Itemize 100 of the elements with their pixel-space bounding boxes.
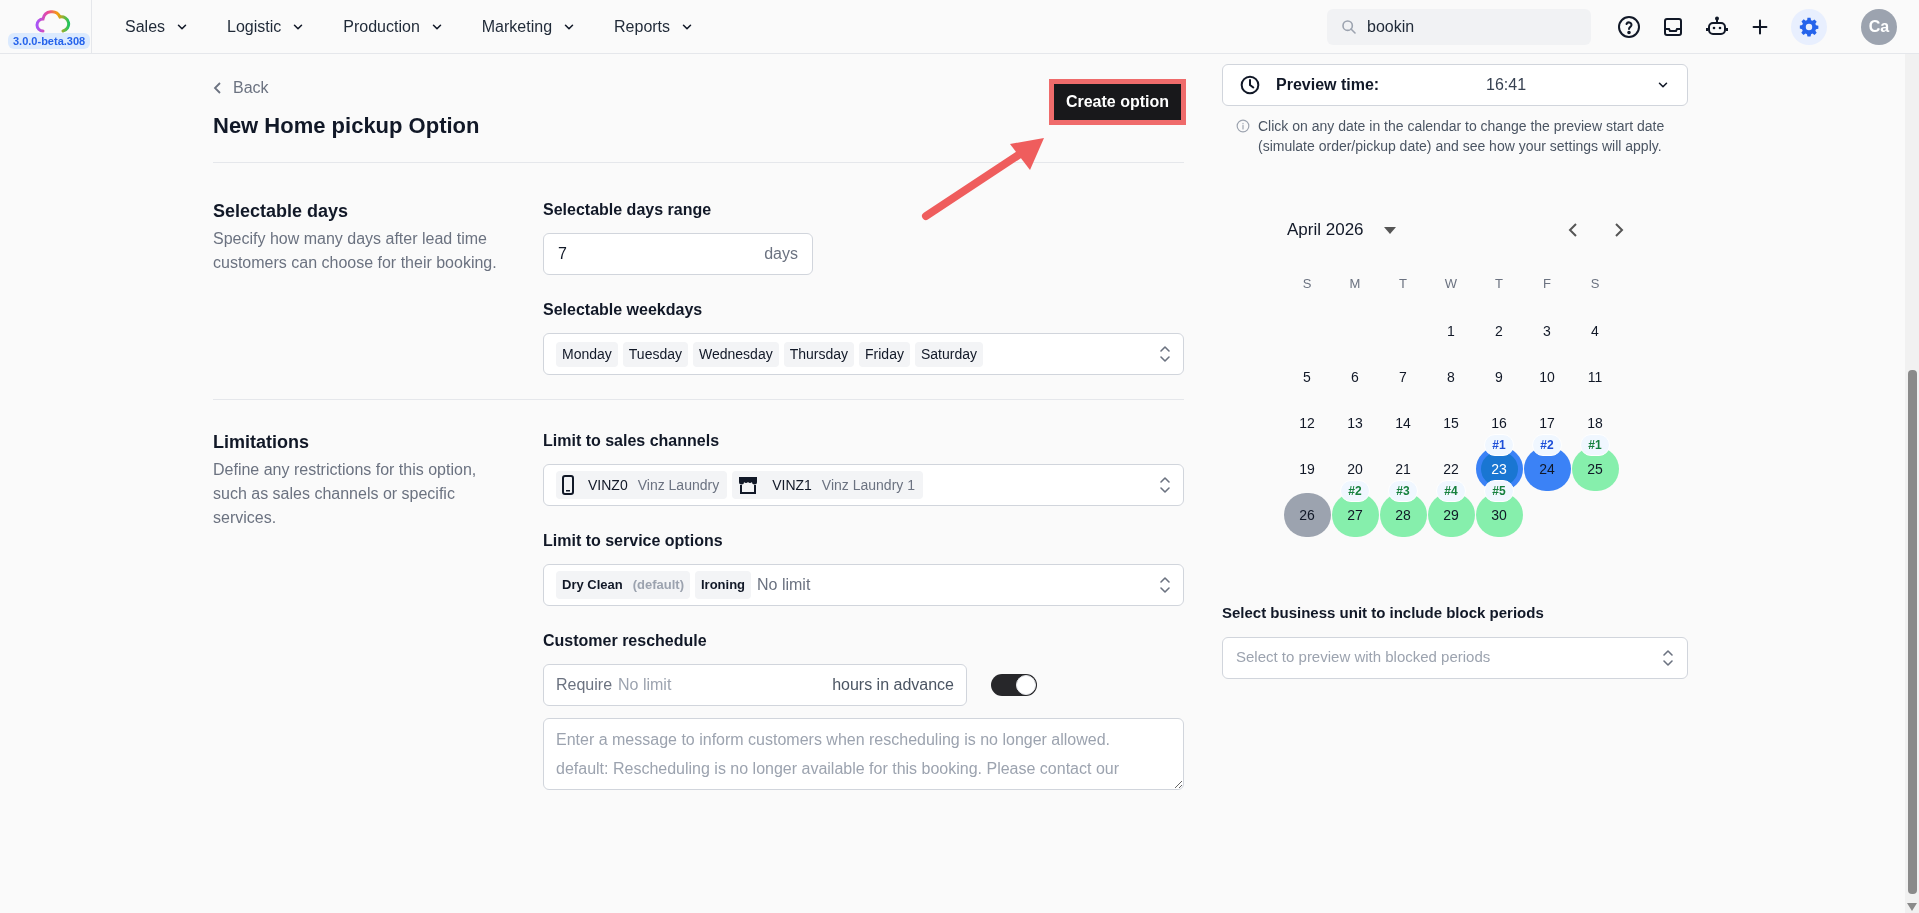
calendar-day[interactable]: 4 (1591, 320, 1599, 342)
month-selector[interactable]: April 2026 (1287, 217, 1396, 243)
calendar-day[interactable]: 22 (1443, 458, 1459, 480)
calendar-day[interactable]: 10 (1539, 366, 1555, 388)
field-placeholder: No limit (618, 675, 672, 695)
phone-icon (562, 475, 574, 495)
field-value: 7 (558, 244, 567, 264)
calendar-day[interactable]: 12 (1299, 412, 1315, 434)
sequence-badge: #1 (1484, 434, 1514, 456)
message-textarea[interactable]: Enter a message to inform customers when rescheduling is no longer allowed. default: Rescheduling is no longer available for this booking. Please contact our (543, 718, 1184, 790)
sequence-badge: #1 (1580, 434, 1610, 456)
section-description: Define any restrictions for this option, such as sales channels or specific services. (213, 460, 478, 528)
field-label: Customer reschedule (543, 631, 708, 651)
up-down-icon (1662, 647, 1674, 668)
calendar-day[interactable]: 8 (1447, 366, 1455, 388)
scrollbar[interactable] (1905, 54, 1919, 913)
calendar-day[interactable]: 26 (1283, 493, 1331, 537)
version-badge: 3.0.0-beta.308 (8, 33, 91, 49)
default-note: (default) (632, 576, 684, 595)
channel-code: VINZ0 (588, 475, 628, 495)
calendar-day[interactable]: 7 (1399, 366, 1407, 388)
calendar-day[interactable]: 21 (1395, 458, 1411, 480)
back-link[interactable]: Back (213, 76, 480, 100)
store-icon (738, 476, 759, 494)
weekday-header: W (1443, 275, 1459, 293)
weekday-tag: Wednesday (693, 341, 779, 367)
nav-menu[interactable]: Sales (125, 14, 190, 39)
days-field[interactable]: 7 days (543, 233, 813, 275)
calendar-day[interactable]: 18 (1587, 412, 1603, 434)
caret-down-icon (1383, 226, 1396, 234)
up-down-icon (1159, 575, 1171, 595)
chevron-left-icon[interactable] (1567, 222, 1579, 238)
sequence-badge: #2 (1532, 434, 1562, 456)
nav-menu[interactable]: Production (343, 14, 444, 39)
calendar-day[interactable]: 20 (1347, 458, 1363, 480)
up-down-icon (1159, 344, 1171, 364)
calendar-day[interactable]: 14 (1395, 412, 1411, 434)
weekday-tag: Saturday (914, 341, 983, 367)
calendar-day[interactable]: 6 (1351, 366, 1359, 388)
calendar-day[interactable]: 2 (1495, 320, 1503, 342)
sequence-badge: #2 (1340, 480, 1370, 502)
channel-code: VINZ1 (772, 475, 812, 495)
calendar-day[interactable]: 15 (1443, 412, 1459, 434)
weekday-header: S (1589, 275, 1601, 293)
chevron-left-icon (213, 81, 223, 95)
service-name: Dry Clean (562, 576, 623, 595)
no-limit-text: No limit (757, 575, 811, 595)
weekday-header: F (1542, 275, 1552, 293)
toggle-switch[interactable] (991, 674, 1037, 696)
section-title: Selectable days (213, 200, 350, 223)
search-icon (1341, 18, 1357, 35)
weekday-header: T (1398, 275, 1408, 293)
search-field[interactable]: bookin (1327, 8, 1591, 45)
service-options-select[interactable]: Dry Clean (default) Ironing No limit (543, 564, 1184, 606)
calendar-day[interactable]: 13 (1347, 412, 1363, 434)
settings-button[interactable] (1791, 8, 1827, 45)
field-label: Selectable days range (543, 200, 713, 220)
weekday-header: S (1301, 275, 1313, 293)
sequence-badge: #4 (1436, 480, 1466, 502)
hours-field[interactable]: Require No limit hours in advance (543, 664, 967, 706)
create-option-button[interactable]: Create option (1053, 84, 1181, 120)
calendar-day[interactable]: 9 (1495, 366, 1503, 388)
nav-menu[interactable]: Logistic (227, 14, 306, 39)
unit-suffix: days (764, 244, 798, 264)
info-text: Click on any date in the calendar to change the preview start date (simulate order/pickup date) and see how your settings will apply. (1258, 117, 1666, 156)
section-description: Specify how many days after lead time customers can choose for their booking. (213, 229, 498, 273)
search-query: bookin (1367, 16, 1415, 37)
chevron-right-icon[interactable] (1613, 222, 1625, 238)
sequence-badge: #3 (1388, 480, 1418, 502)
field-label: Limit to sales channels (543, 431, 721, 451)
service-name: Ironing (701, 576, 746, 595)
preview-time-select[interactable]: Preview time: 16:41 (1222, 64, 1688, 106)
weekday-header: M (1348, 275, 1362, 293)
cloud-logo-icon[interactable] (35, 10, 71, 34)
help-icon[interactable] (1617, 14, 1641, 39)
weekday-tag: Thursday (783, 341, 855, 367)
scrollbar-thumb[interactable] (1908, 370, 1917, 894)
field-label: Selectable weekdays (543, 300, 704, 320)
nav-menu[interactable]: Reports (614, 14, 695, 39)
weekday-tag: Friday (859, 341, 910, 367)
hours-suffix: hours in advance (832, 675, 954, 695)
channel-name: Vinz Laundry (637, 475, 720, 495)
calendar-day[interactable]: 5 (1303, 366, 1311, 388)
page-title: New Home pickup Option (213, 112, 480, 140)
calendar-day[interactable]: 17 (1539, 412, 1555, 434)
calendar-day[interactable]: 11 (1587, 366, 1603, 388)
calendar-day[interactable]: 3 (1543, 320, 1551, 342)
nav-menu[interactable]: Marketing (481, 14, 577, 39)
field-label: Limit to service options (543, 531, 724, 551)
calendar-day[interactable]: 19 (1299, 458, 1315, 480)
scroll-down-icon[interactable] (1907, 903, 1917, 911)
calendar-day[interactable]: 16 (1491, 412, 1507, 434)
weekday-header: T (1494, 275, 1504, 293)
section-title: Limitations (213, 431, 310, 454)
calendar-day[interactable]: 1 (1447, 320, 1455, 342)
sales-channels-select[interactable]: VINZ0 Vinz Laundry VINZ1 Vinz Laundry 1 (543, 464, 1184, 506)
weekday-tag: Tuesday (622, 341, 688, 367)
preview-time-value: 16:41 (1486, 75, 1527, 95)
clock-icon (1240, 75, 1260, 95)
weekdays-select[interactable]: Monday Tuesday Wednesday Thursday Friday Saturday (543, 333, 1184, 375)
